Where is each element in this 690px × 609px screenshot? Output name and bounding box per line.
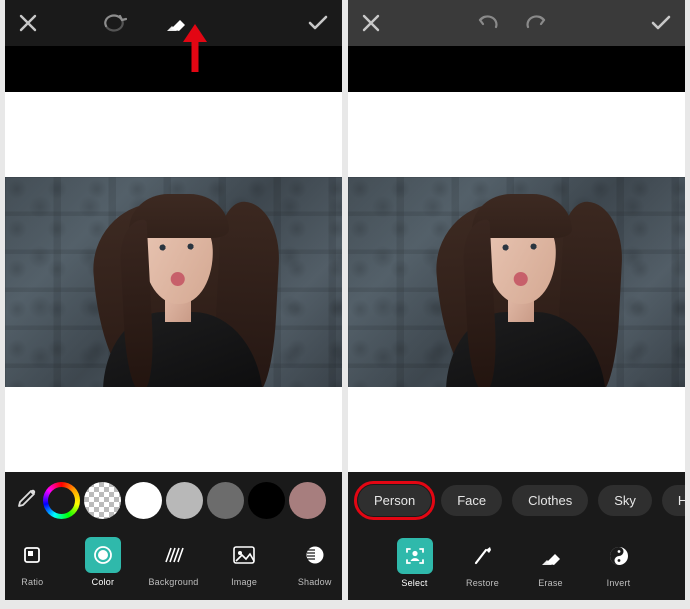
photo-area-left xyxy=(5,92,342,472)
undo-icon[interactable] xyxy=(474,15,498,31)
swatch-black[interactable] xyxy=(248,482,285,519)
tool-select[interactable]: Select xyxy=(384,538,446,588)
tool-invert[interactable]: Invert xyxy=(588,538,650,588)
tool-color-label: Color xyxy=(92,577,115,587)
ratio-icon xyxy=(14,537,50,573)
chip-more[interactable]: He xyxy=(662,485,685,516)
swatch-row xyxy=(5,472,342,528)
black-strip xyxy=(348,46,685,92)
topbar-left xyxy=(5,0,342,46)
swatch-mauve[interactable] xyxy=(289,482,326,519)
erase-icon xyxy=(533,538,569,574)
redo-icon[interactable] xyxy=(526,15,550,31)
chip-row: Person Face Clothes Sky He xyxy=(348,472,685,528)
tool-background-label: Background xyxy=(148,577,198,587)
compare-icon[interactable] xyxy=(101,14,127,32)
photo-right[interactable] xyxy=(348,177,685,387)
tool-ratio[interactable]: Ratio xyxy=(5,537,60,587)
black-strip xyxy=(5,46,342,92)
tool-invert-label: Invert xyxy=(607,578,631,588)
select-icon xyxy=(397,538,433,574)
chip-sky-label: Sky xyxy=(614,493,636,508)
tool-erase[interactable]: Erase xyxy=(520,538,582,588)
phone-left: Ratio Color Background xyxy=(5,0,342,600)
restore-icon xyxy=(465,538,501,574)
shadow-icon xyxy=(297,537,333,573)
bottom-panel-left: Ratio Color Background xyxy=(5,472,342,600)
topbar-right xyxy=(348,0,685,46)
tool-restore[interactable]: Restore xyxy=(452,538,514,588)
tool-erase-label: Erase xyxy=(538,578,563,588)
chip-clothes-label: Clothes xyxy=(528,493,572,508)
swatch-gray[interactable] xyxy=(207,482,244,519)
chip-sky[interactable]: Sky xyxy=(598,485,652,516)
tools-row-right: Select Restore Erase xyxy=(348,528,685,600)
chip-clothes[interactable]: Clothes xyxy=(512,485,588,516)
close-icon[interactable] xyxy=(19,14,37,32)
swatch-light-gray[interactable] xyxy=(166,482,203,519)
eyedropper-icon[interactable] xyxy=(14,489,36,511)
close-icon[interactable] xyxy=(362,14,380,32)
chip-person[interactable]: Person xyxy=(358,485,431,516)
tool-ratio-label: Ratio xyxy=(21,577,43,587)
tool-color[interactable]: Color xyxy=(76,537,131,587)
confirm-icon[interactable] xyxy=(308,15,328,31)
photo-area-right xyxy=(348,92,685,472)
chip-person-label: Person xyxy=(374,493,415,508)
tool-shadow-label: Shadow xyxy=(298,577,332,587)
tools-row-left: Ratio Color Background xyxy=(5,528,342,600)
swatch-color-wheel[interactable] xyxy=(43,482,80,519)
tool-restore-label: Restore xyxy=(466,578,499,588)
image-icon xyxy=(226,537,262,573)
tool-image[interactable]: Image xyxy=(217,537,272,587)
photo-left[interactable] xyxy=(5,177,342,387)
bottom-panel-right: Person Face Clothes Sky He Select xyxy=(348,472,685,600)
chip-face[interactable]: Face xyxy=(441,485,502,516)
phone-right: Person Face Clothes Sky He Select xyxy=(348,0,685,600)
color-icon xyxy=(85,537,121,573)
chip-face-label: Face xyxy=(457,493,486,508)
confirm-icon[interactable] xyxy=(651,15,671,31)
tool-background[interactable]: Background xyxy=(146,537,201,587)
swatch-transparent[interactable] xyxy=(84,482,121,519)
chip-more-label: He xyxy=(678,493,685,508)
background-icon xyxy=(156,537,192,573)
invert-icon xyxy=(601,538,637,574)
tool-shadow[interactable]: Shadow xyxy=(287,537,342,587)
swatch-white[interactable] xyxy=(125,482,162,519)
tool-image-label: Image xyxy=(231,577,257,587)
tool-select-label: Select xyxy=(401,578,427,588)
eraser-icon[interactable] xyxy=(165,13,187,33)
